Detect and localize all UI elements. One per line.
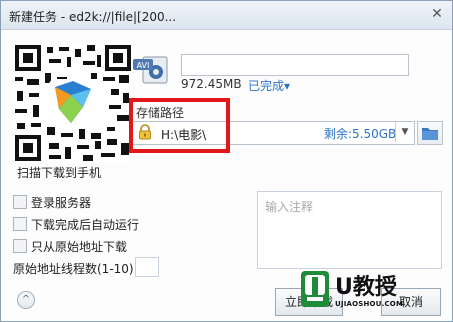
watermark-brand: U教授 — [335, 275, 397, 300]
file-size: 972.45MB — [181, 77, 242, 91]
threads-row: 原始地址线程数(1-10) — [13, 260, 134, 277]
checkbox-icon[interactable] — [13, 239, 27, 253]
option-original-only[interactable]: 只从原始地址下载 — [13, 238, 127, 255]
threads-input[interactable] — [135, 257, 159, 277]
checkbox-icon[interactable] — [13, 195, 27, 209]
watermark-logo-icon — [301, 271, 329, 307]
option-label: 只从原始地址下载 — [31, 240, 128, 254]
title-bar: 新建任务 - ed2k://|file|[200... ✕ — [1, 1, 452, 30]
close-button[interactable]: ✕ — [428, 5, 446, 23]
dialog-title: 新建任务 - ed2k://|file|[200... — [9, 10, 177, 24]
threads-label: 原始地址线程数(1-10) — [13, 262, 134, 276]
qr-scan-label: 扫描下载到手机 — [17, 166, 102, 180]
filename-input[interactable] — [181, 54, 409, 76]
option-label: 登录服务器 — [31, 196, 92, 210]
folder-icon — [422, 128, 438, 140]
free-space-label: 剩余:5.50GB — [324, 127, 397, 141]
qr-code-image — [13, 43, 133, 163]
watermark: U教授 UJIAOSHOU.COM — [297, 267, 427, 317]
watermark-domain: UJIAOSHOU.COM — [335, 300, 404, 308]
help-chevron-icon[interactable]: ^ — [17, 291, 35, 309]
avi-file-icon: AVI — [133, 55, 169, 85]
status-dropdown[interactable]: 已完成▾ — [248, 77, 290, 94]
option-label: 下载完成后自动运行 — [31, 218, 140, 232]
browse-folder-button[interactable] — [417, 121, 443, 145]
notes-placeholder: 输入注释 — [265, 200, 314, 214]
highlight-box — [129, 98, 230, 153]
path-dropdown-button[interactable]: ▼ — [395, 122, 414, 142]
option-login-server[interactable]: 登录服务器 — [13, 194, 91, 211]
file-type-badge: AVI — [137, 61, 150, 70]
new-task-dialog: 新建任务 - ed2k://|file|[200... ✕ 扫描下载到手机 AV… — [0, 0, 453, 322]
option-auto-run[interactable]: 下载完成后自动运行 — [13, 216, 139, 233]
checkbox-icon[interactable] — [13, 217, 27, 231]
